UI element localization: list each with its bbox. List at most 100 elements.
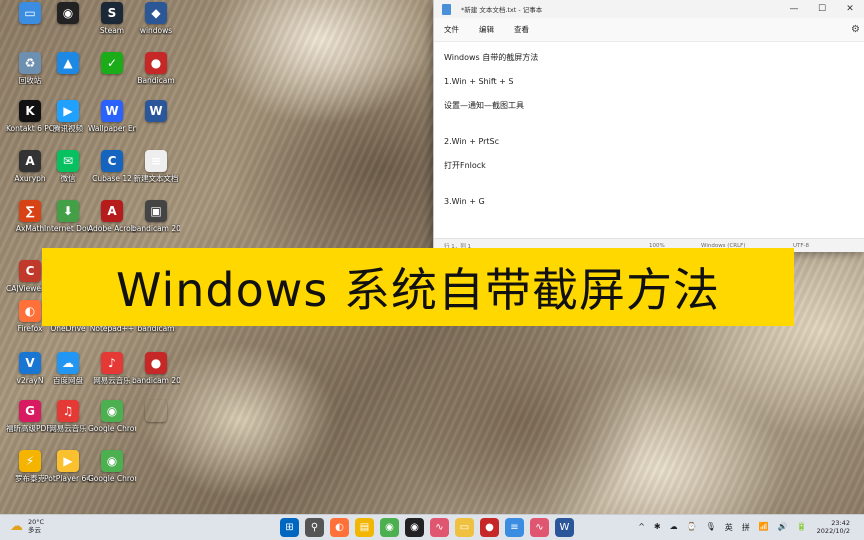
maximize-button[interactable]: ☐ bbox=[808, 0, 836, 18]
clock[interactable]: 23:42 2022/10/2 bbox=[817, 519, 850, 535]
desktop-icon[interactable]: A Adobe Acrobat DC bbox=[88, 200, 136, 233]
notepad-menubar: 文件 编辑 查看 ⚙ bbox=[434, 18, 864, 42]
text-line: 2.Win + PrtSc bbox=[444, 137, 500, 146]
menu-edit[interactable]: 编辑 bbox=[479, 24, 494, 35]
text-line: 3.Win + G bbox=[444, 197, 485, 206]
app-icon: ▣ bbox=[145, 200, 167, 222]
taskbar-chrome-icon[interactable]: ◉ bbox=[380, 518, 399, 537]
desktop-icon[interactable]: ⬇ Internet Download bbox=[44, 200, 92, 233]
app-icon: K bbox=[19, 100, 41, 122]
tray-icon[interactable]: 英 bbox=[725, 522, 733, 533]
desktop-icon-label: 网易云音乐 bbox=[93, 376, 131, 385]
desktop-icon[interactable]: ◉ bbox=[44, 2, 92, 26]
notepad-titlebar[interactable]: *新建 文本文档.txt - 记事本 — ☐ ✕ bbox=[434, 0, 864, 18]
minimize-button[interactable]: — bbox=[780, 0, 808, 18]
tray-icon[interactable]: ^ bbox=[638, 522, 645, 533]
caption-text: Windows 系统自带截屏方法 bbox=[116, 263, 720, 317]
menu-view[interactable]: 查看 bbox=[514, 24, 529, 35]
desktop-icon-label: 百度网盘 bbox=[53, 376, 83, 385]
app-icon: ♪ bbox=[101, 352, 123, 374]
app-icon: ✉ bbox=[57, 150, 79, 172]
text-line bbox=[444, 124, 854, 136]
desktop-icon[interactable]: ◉ Google Chrome bbox=[88, 400, 136, 433]
close-button[interactable]: ✕ bbox=[836, 0, 864, 18]
app-icon: ▲ bbox=[57, 52, 79, 74]
desktop-icon-label: bandicam 2022-10-0... bbox=[132, 376, 180, 385]
app-icon: ◉ bbox=[57, 2, 79, 24]
weather-widget[interactable]: ☁ 20°C 多云 bbox=[10, 518, 44, 534]
tray-icon[interactable]: 🔋 bbox=[797, 522, 807, 533]
desktop-icon[interactable]: ▶ 腾讯视频 bbox=[44, 100, 92, 133]
text-line: 打开Fnlock bbox=[444, 161, 486, 170]
app-icon: A bbox=[19, 150, 41, 172]
taskbar-bandicam-icon[interactable]: ● bbox=[480, 518, 499, 537]
desktop-icon[interactable] bbox=[132, 400, 180, 424]
desktop-icon[interactable]: ✓ bbox=[88, 52, 136, 76]
status-encoding: UTF-8 bbox=[793, 242, 810, 249]
desktop-icon[interactable]: ▲ bbox=[44, 52, 92, 76]
app-icon: G bbox=[19, 400, 41, 422]
desktop-icon[interactable]: ≡ 新建文本文档 bbox=[132, 150, 180, 183]
desktop-icon-label: Google Chrome bbox=[88, 424, 136, 433]
tray-icon[interactable]: ⌚ bbox=[687, 522, 697, 533]
notepad-window[interactable]: *新建 文本文档.txt - 记事本 — ☐ ✕ 文件 编辑 查看 ⚙ Wind… bbox=[433, 0, 864, 252]
text-line bbox=[444, 64, 854, 76]
desktop-icon[interactable]: ◆ windows bbox=[132, 2, 180, 35]
desktop-icon[interactable]: C Cubase 12 bbox=[88, 150, 136, 183]
desktop-icon-label: bandicam 2022-10... bbox=[132, 224, 180, 233]
app-icon: ☁ bbox=[57, 352, 79, 374]
tray-icon[interactable]: 拼 bbox=[742, 522, 750, 533]
system-tray: ^ ✱ ☁ ⌚ 🎙 英拼 📶 🔊 🔋 23:42 2022/10/2 bbox=[629, 519, 850, 535]
tray-icon[interactable]: ☁ bbox=[670, 522, 678, 533]
desktop-icon-label: Adobe Acrobat DC bbox=[88, 224, 136, 233]
text-line bbox=[444, 172, 854, 184]
desktop-icon[interactable]: ♪ 网易云音乐 bbox=[88, 352, 136, 385]
desktop-icon[interactable]: ● Bandicam bbox=[132, 52, 180, 85]
taskbar-notepad-icon[interactable]: ≡ bbox=[505, 518, 524, 537]
desktop-icon[interactable]: ☁ 百度网盘 bbox=[44, 352, 92, 385]
text-line: Windows 自带的截屏方法 bbox=[444, 53, 539, 62]
tray-icon[interactable]: 🔊 bbox=[778, 522, 788, 533]
desktop-icon[interactable]: ✉ 微信 bbox=[44, 150, 92, 183]
app-icon: ∑ bbox=[19, 200, 41, 222]
caption-banner: Windows 系统自带截屏方法 bbox=[42, 248, 794, 326]
desktop-icon-label: Internet Download bbox=[44, 224, 92, 233]
taskbar-start-icon[interactable]: ⊞ bbox=[280, 518, 299, 537]
taskbar-firefox-icon[interactable]: ◐ bbox=[330, 518, 349, 537]
taskbar-audio-app-icon[interactable]: ∿ bbox=[430, 518, 449, 537]
tray-icon[interactable]: 🎙 bbox=[706, 522, 716, 533]
taskbar-explorer-icon[interactable]: ▭ bbox=[455, 518, 474, 537]
app-icon: ≡ bbox=[145, 150, 167, 172]
desktop-icon-label: Steam bbox=[99, 26, 125, 35]
text-line: 1.Win + Shift + S bbox=[444, 77, 514, 86]
weather-temperature: 20°C bbox=[28, 518, 45, 526]
desktop-icon[interactable]: W bbox=[132, 100, 180, 124]
app-icon: ♫ bbox=[57, 400, 79, 422]
app-icon: C bbox=[101, 150, 123, 172]
desktop-icon[interactable]: S Steam bbox=[88, 2, 136, 35]
desktop-icon-label: Google Chrome bbox=[88, 474, 136, 483]
settings-icon[interactable]: ⚙ bbox=[851, 24, 860, 35]
taskbar-audio-app-2-icon[interactable]: ∿ bbox=[530, 518, 549, 537]
taskbar-qq-icon[interactable]: ◉ bbox=[405, 518, 424, 537]
taskbar-search-icon[interactable]: ⚲ bbox=[305, 518, 324, 537]
desktop-icon[interactable]: ♫ 网易云音乐 bbox=[44, 400, 92, 433]
clock-time: 23:42 bbox=[831, 519, 850, 527]
desktop-icon[interactable]: ▶ PotPlayer 64 bit bbox=[44, 450, 92, 483]
taskbar-file-explorer-icon[interactable]: ▤ bbox=[355, 518, 374, 537]
app-icon: ▭ bbox=[19, 2, 41, 24]
menu-file[interactable]: 文件 bbox=[444, 24, 459, 35]
weather-description: 多云 bbox=[28, 526, 41, 534]
taskbar-word-icon[interactable]: W bbox=[555, 518, 574, 537]
notepad-text-area[interactable]: Windows 自带的截屏方法 1.Win + Shift + S 设置—通知—截图… bbox=[434, 42, 864, 238]
tray-icon[interactable]: 📶 bbox=[759, 522, 769, 533]
desktop-icon[interactable]: ▣ bandicam 2022-10... bbox=[132, 200, 180, 233]
notepad-title: *新建 文本文档.txt - 记事本 bbox=[461, 6, 543, 14]
desktop-icon[interactable]: ◉ Google Chrome bbox=[88, 450, 136, 483]
desktop-icon[interactable]: ● bandicam 2022-10-0... bbox=[132, 352, 180, 385]
taskbar: ☁ 20°C 多云 ⊞ ⚲ ◐ ▤ ◉ ◉ ∿ ▭ ● ≡ ∿ W ^ ✱ ☁ ⌚ 🎙 英拼 📶 🔊 🔋 23:42 … bbox=[0, 514, 864, 540]
desktop-icon[interactable]: W Wallpaper Engine bbox=[88, 100, 136, 133]
tray-icon[interactable]: ✱ bbox=[654, 522, 661, 533]
desktop-icon-label: 回收站 bbox=[18, 76, 42, 85]
cloud-sun-icon: ☁ bbox=[10, 518, 23, 534]
